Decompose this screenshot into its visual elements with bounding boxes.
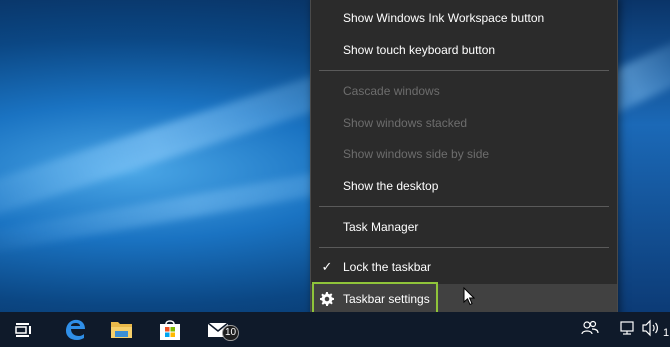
menu-item-show-ink-workspace-button[interactable]: Show Windows Ink Workspace button bbox=[311, 3, 617, 33]
menu-item-lock-the-taskbar[interactable]: ✓ Lock the taskbar bbox=[311, 252, 617, 282]
menu-item-cascade-windows: Cascade windows bbox=[311, 76, 617, 106]
menu-item-label: Lock the taskbar bbox=[343, 260, 432, 274]
network-icon[interactable] bbox=[618, 318, 638, 338]
menu-separator bbox=[319, 70, 609, 71]
menu-item-label: Show touch keyboard button bbox=[343, 43, 496, 57]
file-explorer-button[interactable] bbox=[98, 312, 146, 347]
menu-item-show-touch-keyboard-button[interactable]: Show touch keyboard button bbox=[311, 35, 617, 65]
mouse-pointer-icon bbox=[463, 287, 475, 306]
store-button[interactable] bbox=[146, 312, 194, 347]
people-icon[interactable] bbox=[580, 318, 600, 338]
menu-item-label: Taskbar settings bbox=[343, 292, 430, 306]
mail-unread-badge: 10 bbox=[222, 325, 240, 341]
checkmark-icon: ✓ bbox=[321, 259, 333, 274]
menu-item-label: Task Manager bbox=[343, 220, 419, 234]
edge-button[interactable] bbox=[50, 312, 98, 347]
menu-item-show-the-desktop[interactable]: Show the desktop bbox=[311, 171, 617, 201]
edge-icon bbox=[66, 319, 85, 340]
task-view-button[interactable] bbox=[0, 312, 48, 347]
task-view-icon bbox=[15, 323, 31, 337]
menu-item-show-windows-side-by-side: Show windows side by side bbox=[311, 139, 617, 169]
store-icon bbox=[160, 320, 180, 340]
volume-icon[interactable] bbox=[641, 318, 661, 338]
menu-item-label: Show windows stacked bbox=[343, 116, 468, 130]
menu-item-label: Cascade windows bbox=[343, 84, 440, 98]
menu-item-label: Show the desktop bbox=[343, 179, 439, 193]
clock-partial[interactable]: 1 bbox=[663, 326, 669, 340]
menu-separator bbox=[319, 247, 609, 248]
menu-item-label: Show Windows Ink Workspace button bbox=[343, 11, 545, 25]
menu-item-show-windows-stacked: Show windows stacked bbox=[311, 108, 617, 138]
gear-icon bbox=[320, 292, 334, 306]
file-explorer-icon bbox=[111, 322, 132, 338]
menu-item-task-manager[interactable]: Task Manager bbox=[311, 212, 617, 242]
taskbar-context-menu: Show Windows Ink Workspace button Show t… bbox=[310, 0, 618, 320]
menu-separator bbox=[319, 206, 609, 207]
menu-item-label: Show windows side by side bbox=[343, 147, 490, 161]
